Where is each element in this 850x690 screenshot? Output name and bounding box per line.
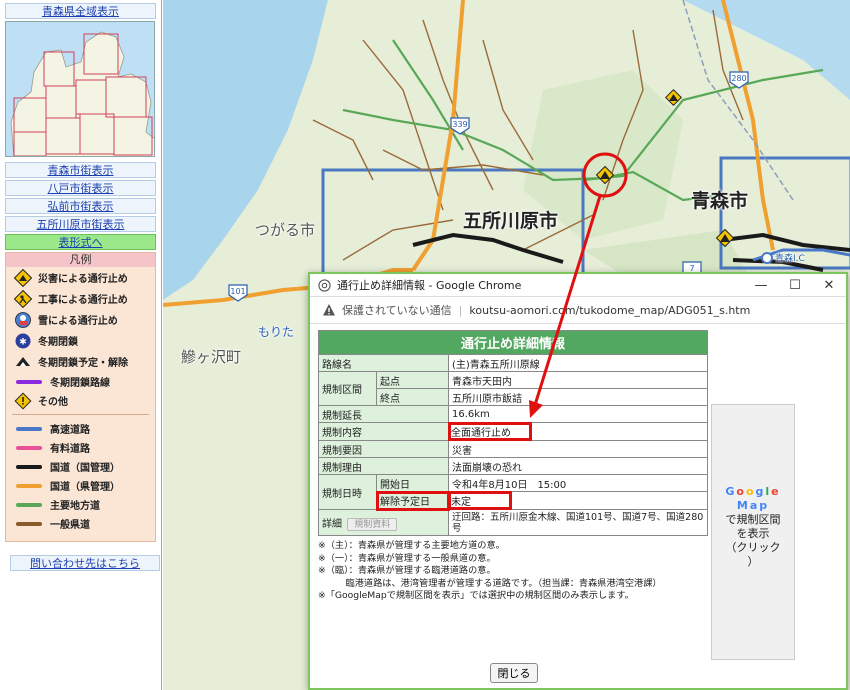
end-point-label: 終点 [376, 388, 449, 406]
route-name-label: 路線名 [318, 354, 449, 372]
legend-item-winter-schedule: 冬期閉鎖予定・解除 [6, 351, 155, 372]
cause-label: 規制要因 [318, 440, 449, 458]
popup-content: 通行止め詳細情報 路線名 (主)青森五所川原線 規制区間 起点 青森市天田内 終… [310, 324, 846, 683]
other-icon [12, 392, 34, 410]
url-text: koutsu-aomori.com/tukodome_map/ADG051_s.… [469, 303, 751, 317]
close-button[interactable]: 閉じる [490, 663, 538, 683]
legend-item-winter: ✱ 冬期閉鎖 [6, 330, 155, 351]
reason-label: 規制理由 [318, 457, 449, 475]
legend-line-toll: 有料道路 [6, 438, 155, 457]
content-value: 全面通行止め [448, 422, 532, 441]
release-date-label: 解除予定日 [375, 490, 450, 511]
city-link-hachinohe[interactable]: 八戸市街表示 [5, 180, 156, 196]
snow-closure-icon [12, 311, 34, 329]
legend-line-pref-road: 一般県道 [6, 514, 155, 533]
map-label-ajigasawa: 鰺ヶ沢町 [181, 348, 242, 366]
legend-item-construction: 工事による通行止め [6, 288, 155, 309]
map-label-goshogawara: 五所川原市 [463, 210, 559, 232]
start-date-value: 令和4年8月10日 15:00 [448, 474, 708, 492]
legend-line-expressway: 高速道路 [6, 419, 155, 438]
address-bar[interactable]: 保護されていない通信 | koutsu-aomori.com/tukodome_… [310, 296, 846, 324]
minimize-button[interactable]: — [744, 274, 778, 296]
svg-text:✱: ✱ [19, 337, 27, 347]
google-logo: Google [725, 485, 781, 498]
svg-text:101: 101 [230, 287, 245, 296]
svg-text:339: 339 [452, 120, 467, 129]
table-header: 通行止め詳細情報 [318, 330, 708, 355]
cause-value: 災害 [448, 440, 708, 458]
length-label: 規制延長 [318, 405, 449, 423]
legend-item-winter-route: 冬期閉鎖路線 [6, 372, 155, 391]
window-title: 通行止め詳細情報 - Google Chrome [337, 279, 522, 292]
winter-closed-route-line [16, 379, 42, 384]
legend: 凡例 災害による通行止め 工事による通行止め 雪による通行止め ✱ 冬期閉鎖 冬… [5, 252, 156, 542]
legend-line-main-local: 主要地方道 [6, 495, 155, 514]
detail-popup-window: 通行止め詳細情報 - Google Chrome — ☐ ✕ 保護されていない通… [308, 272, 848, 690]
warning-icon [323, 304, 335, 316]
maximize-button[interactable]: ☐ [778, 274, 812, 296]
route-name-value: (主)青森五所川原線 [448, 354, 708, 372]
detail-table: 通行止め詳細情報 路線名 (主)青森五所川原線 規制区間 起点 青森市天田内 終… [318, 330, 708, 536]
construction-closure-icon [12, 289, 34, 308]
detour-value: 迂回路：五所川原金木線、国道101号、国道7号、国道280号 [448, 509, 708, 536]
reason-value: 法面崩壊の恐れ [448, 457, 708, 475]
legend-title: 凡例 [6, 253, 155, 267]
overview-map[interactable] [5, 21, 155, 157]
map-label-morita: もりた [258, 325, 295, 339]
legend-line-national-pref: 国道（県管理） [6, 476, 155, 495]
table-format-link[interactable]: 表形式へ [5, 234, 156, 250]
section-label: 規制区間 [318, 371, 377, 406]
end-point-value: 五所川原市飯詰 [448, 388, 708, 406]
legend-item-disaster: 災害による通行止め [6, 267, 155, 288]
datetime-label: 規制日時 [318, 474, 377, 510]
map-label-tsugaru: つがる市 [255, 221, 316, 239]
disaster-closure-icon [12, 268, 34, 287]
legend-item-other: その他 [6, 391, 155, 410]
detail-row-label: 詳細 規制資料 [318, 509, 449, 536]
winter-closure-icon: ✱ [12, 332, 34, 350]
map-label-aomori-ic: 青森I.C [775, 254, 805, 264]
city-link-goshogawara[interactable]: 五所川原市街表示 [5, 216, 156, 232]
length-value: 16.6km [448, 405, 708, 423]
window-titlebar[interactable]: 通行止め詳細情報 - Google Chrome — ☐ ✕ [310, 274, 846, 296]
release-date-value: 未定 [448, 491, 512, 510]
winter-closure-schedule-icon [12, 353, 34, 371]
map-label-aomori: 青森市 [691, 190, 749, 212]
close-window-button[interactable]: ✕ [812, 274, 846, 296]
sidebar: 青森県全域表示 青森市街表示 八戸市街表示 弘前市街表示 五所川原市街表示 表形… [0, 0, 162, 690]
start-point-label: 起点 [376, 371, 449, 389]
city-link-aomori[interactable]: 青森市街表示 [5, 162, 156, 178]
all-area-link[interactable]: 青森県全域表示 [5, 3, 156, 19]
contact-link[interactable]: 問い合わせ先はこちら [10, 555, 160, 571]
legend-item-snow: 雪による通行止め [6, 309, 155, 330]
svg-text:280: 280 [731, 74, 746, 83]
start-date-label: 開始日 [376, 474, 449, 492]
insecure-label: 保護されていない通信 [342, 304, 452, 317]
material-button[interactable]: 規制資料 [347, 517, 398, 531]
chrome-icon [318, 278, 331, 292]
legend-line-national-state: 国道（国管理） [6, 457, 155, 476]
google-map-button[interactable]: Google Map で規制区間 を表示 （クリック ） [711, 404, 795, 660]
start-point-value: 青森市天田内 [448, 371, 708, 389]
city-link-hirosaki[interactable]: 弘前市街表示 [5, 198, 156, 214]
content-label: 規制内容 [318, 422, 449, 441]
detail-label: 詳細 [322, 518, 342, 530]
